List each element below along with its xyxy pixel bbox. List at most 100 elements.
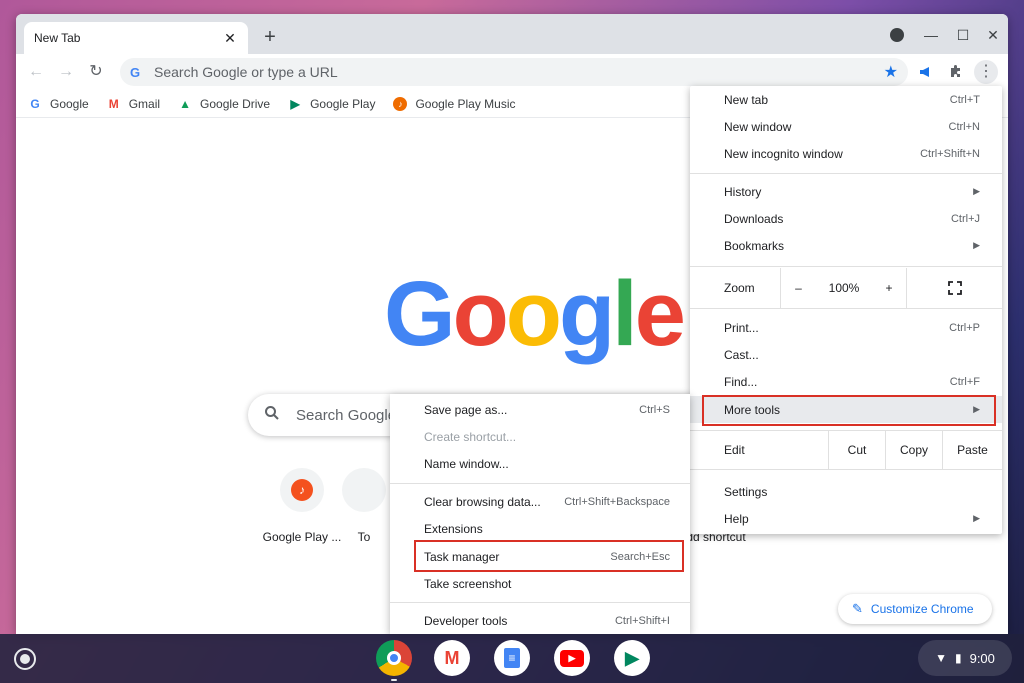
menu-item-label: New incognito window bbox=[724, 146, 843, 161]
omnibox-placeholder: Search Google or type a URL bbox=[154, 64, 338, 80]
profile-icon bbox=[890, 28, 904, 42]
bookmark-label: Google Play bbox=[310, 96, 376, 111]
tab-strip: New Tab ✕ + — ☐ ✕ bbox=[16, 14, 1008, 54]
chrome-center bbox=[387, 651, 401, 665]
menu-find[interactable]: Find... Ctrl+F bbox=[690, 368, 1002, 395]
paste-button[interactable]: Paste bbox=[942, 431, 1002, 469]
tab-new-tab[interactable]: New Tab ✕ bbox=[24, 22, 248, 54]
menu-new-tab[interactable]: New tab Ctrl+T bbox=[690, 86, 1002, 113]
menu-shortcut: Ctrl+J bbox=[950, 212, 980, 225]
menu-shortcut: Ctrl+P bbox=[949, 321, 980, 334]
zoom-out-button[interactable]: – bbox=[780, 268, 816, 308]
gmail-app-icon[interactable]: M bbox=[434, 640, 470, 676]
google-icon: G bbox=[30, 96, 40, 111]
zoom-level: 100% bbox=[828, 281, 860, 295]
forward-arrow-icon[interactable]: → bbox=[54, 60, 78, 84]
chrome-app-icon[interactable] bbox=[376, 640, 412, 676]
maximize-icon[interactable]: ☐ bbox=[954, 26, 972, 44]
customize-chrome-button[interactable]: ✎ Customize Chrome bbox=[838, 594, 992, 624]
menu-edit-row: Edit Cut Copy Paste bbox=[690, 431, 1002, 469]
megaphone-icon[interactable] bbox=[914, 60, 938, 84]
menu-print[interactable]: Print... Ctrl+P bbox=[690, 314, 1002, 341]
google-logo: Google bbox=[384, 263, 686, 365]
menu-bookmarks[interactable]: Bookmarks ▶ bbox=[690, 232, 1002, 259]
shortcut-partial[interactable]: To bbox=[334, 468, 394, 544]
cut-button[interactable]: Cut bbox=[828, 431, 885, 469]
play-music-icon: ♪ bbox=[291, 479, 313, 501]
chromeos-shelf: M ≡ ▶ ▶ ▼ ▮ 9:00 bbox=[0, 634, 1024, 683]
zoom-label: Zoom bbox=[724, 281, 755, 295]
submenu-take-screenshot[interactable]: Take screenshot bbox=[390, 570, 690, 597]
submenu-clear-browsing-data[interactable]: Clear browsing data... Ctrl+Shift+Backsp… bbox=[390, 488, 690, 515]
menu-item-label: Settings bbox=[724, 484, 768, 499]
google-g-icon: G bbox=[130, 64, 141, 80]
logo-letter: G bbox=[384, 263, 456, 365]
customize-label: Customize Chrome bbox=[870, 602, 974, 616]
logo-letter: l bbox=[612, 263, 638, 365]
zoom-in-button[interactable]: + bbox=[872, 268, 906, 308]
battery-icon: ▮ bbox=[954, 651, 962, 665]
back-arrow-icon[interactable]: ← bbox=[24, 60, 48, 84]
menu-divider bbox=[390, 602, 690, 603]
submenu-developer-tools[interactable]: Developer tools Ctrl+Shift+I bbox=[390, 607, 690, 634]
gmail-icon: M bbox=[108, 96, 119, 111]
submenu-extensions[interactable]: Extensions bbox=[390, 515, 690, 542]
logo-letter: o bbox=[505, 263, 562, 365]
tab-title: New Tab bbox=[34, 31, 81, 45]
drive-icon: ▲ bbox=[179, 96, 191, 111]
submenu-save-page[interactable]: Save page as... Ctrl+S bbox=[390, 396, 690, 423]
chrome-main-menu: New tab Ctrl+T New window Ctrl+N New inc… bbox=[690, 86, 1002, 534]
menu-new-incognito[interactable]: New incognito window Ctrl+Shift+N bbox=[690, 140, 1002, 167]
edit-label: Edit bbox=[724, 443, 745, 457]
play-icon: ▶ bbox=[290, 96, 300, 111]
submenu-arrow-icon: ▶ bbox=[973, 240, 980, 250]
kebab-menu-icon[interactable]: ⋮ bbox=[974, 60, 998, 84]
copy-button[interactable]: Copy bbox=[885, 431, 942, 469]
fullscreen-icon[interactable] bbox=[906, 268, 1002, 308]
wifi-icon: ▼ bbox=[935, 651, 947, 665]
close-tab-icon[interactable]: ✕ bbox=[222, 30, 238, 46]
status-tray[interactable]: ▼ ▮ 9:00 bbox=[918, 640, 1012, 676]
menu-item-label: Downloads bbox=[724, 211, 784, 226]
menu-history[interactable]: History ▶ bbox=[690, 178, 1002, 205]
menu-help[interactable]: Help ▶ bbox=[690, 505, 1002, 532]
minimize-icon[interactable]: — bbox=[922, 26, 940, 44]
shortcut-tile: ♪ bbox=[280, 468, 324, 512]
bookmark-label: Google Play Music bbox=[415, 96, 516, 111]
new-tab-button[interactable]: + bbox=[258, 26, 282, 50]
menu-cast[interactable]: Cast... bbox=[690, 341, 1002, 368]
launcher-icon bbox=[20, 654, 30, 664]
close-window-icon[interactable]: ✕ bbox=[984, 26, 1002, 44]
menu-item-label: History bbox=[724, 184, 762, 199]
menu-zoom-row: Zoom – 100% + bbox=[690, 268, 1002, 308]
submenu-arrow-icon: ▶ bbox=[973, 513, 980, 523]
profile-button[interactable] bbox=[888, 26, 906, 44]
bookmark-google[interactable]: G Google bbox=[28, 96, 88, 111]
menu-new-window[interactable]: New window Ctrl+N bbox=[690, 113, 1002, 140]
play-music-icon: ♪ bbox=[393, 96, 408, 111]
bookmark-star-icon[interactable]: ★ bbox=[884, 62, 898, 82]
bookmark-google-play-music[interactable]: ♪ Google Play Music bbox=[393, 96, 516, 111]
menu-item-label: Save page as... bbox=[424, 402, 508, 417]
bookmark-label: Gmail bbox=[128, 96, 161, 111]
extensions-puzzle-icon[interactable] bbox=[944, 60, 968, 84]
bookmark-google-play[interactable]: ▶ Google Play bbox=[288, 97, 375, 111]
menu-shortcut: Ctrl+S bbox=[639, 403, 670, 416]
menu-shortcut: Ctrl+T bbox=[949, 93, 980, 106]
submenu-create-shortcut: Create shortcut... bbox=[390, 423, 690, 450]
menu-item-label: Bookmarks bbox=[724, 238, 785, 253]
play-store-app-icon[interactable]: ▶ bbox=[614, 640, 650, 676]
bookmark-gmail[interactable]: M Gmail bbox=[107, 97, 160, 111]
omnibox[interactable]: G Search Google or type a URL ★ bbox=[120, 58, 908, 86]
menu-downloads[interactable]: Downloads Ctrl+J bbox=[690, 205, 1002, 232]
menu-item-label: Extensions bbox=[424, 521, 483, 536]
menu-settings[interactable]: Settings bbox=[690, 478, 1002, 505]
bookmark-google-drive[interactable]: ▲ Google Drive bbox=[178, 97, 270, 111]
reload-icon[interactable]: ↻ bbox=[84, 60, 108, 84]
docs-app-icon[interactable]: ≡ bbox=[494, 640, 530, 676]
menu-item-label: Clear browsing data... bbox=[424, 494, 541, 509]
launcher-button[interactable] bbox=[14, 648, 36, 670]
submenu-name-window[interactable]: Name window... bbox=[390, 450, 690, 477]
menu-item-label: Developer tools bbox=[424, 613, 508, 628]
youtube-app-icon[interactable]: ▶ bbox=[554, 640, 590, 676]
